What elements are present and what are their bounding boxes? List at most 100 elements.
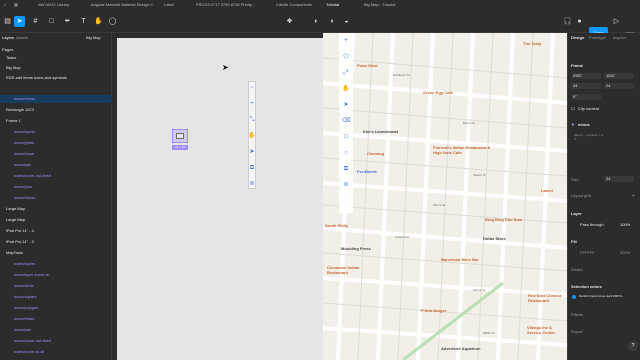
- layer-item[interactable]: icons/polygon: [0, 304, 112, 312]
- figma-icon[interactable]: ▦: [14, 2, 18, 9]
- pointer-icon[interactable]: ➤: [342, 101, 350, 109]
- poi-moulding-press[interactable]: Moulding Press: [341, 246, 371, 251]
- layer-item[interactable]: icons/zoom-to-all: [0, 348, 112, 356]
- layer-item[interactable]: icons/layers: [0, 128, 112, 136]
- globe-icon[interactable]: ⧉: [342, 165, 350, 173]
- layer-item[interactable]: icons/circle: [0, 282, 112, 290]
- tab-angular[interactable]: Angular Material Material Design C...: [91, 2, 153, 9]
- x-field[interactable]: 2957: [571, 73, 601, 79]
- poi-vikings[interactable]: Vikings Inc & Service Center: [527, 325, 567, 335]
- tab-layers[interactable]: Layers: [2, 35, 14, 40]
- poi-fer-morris[interactable]: Fer-Morris: [357, 169, 377, 174]
- component-name[interactable]: minus: [578, 122, 590, 127]
- poi-the-tasty[interactable]: The Tasty: [523, 41, 541, 46]
- shape-tool-icon[interactable]: □: [46, 16, 57, 27]
- circle-icon[interactable]: ○: [342, 149, 350, 157]
- layer-item[interactable]: icons/layer-zoom-to: [0, 271, 112, 279]
- layer-item[interactable]: iPad Pro 11" - 4: [0, 227, 112, 235]
- layer-item[interactable]: icons/minus: [0, 194, 112, 202]
- erase-icon[interactable]: ⌫: [342, 117, 350, 125]
- tab-big-map[interactable]: Big Map - Tutorial: [364, 2, 404, 9]
- text-tool-icon[interactable]: T: [78, 16, 89, 27]
- layer-mode[interactable]: Pass through: [580, 222, 604, 227]
- page-item[interactable]: Tasks: [0, 54, 112, 62]
- poi-punk-burger[interactable]: P'Unk Burger: [421, 308, 446, 313]
- pen-tool-icon[interactable]: ✒: [62, 16, 73, 27]
- pan-icon[interactable]: ✋: [342, 85, 350, 93]
- layer-item[interactable]: icons/erase: [0, 315, 112, 323]
- poi-green-egg[interactable]: Green Egg Cafe: [423, 90, 453, 95]
- layers-icon[interactable]: −: [248, 84, 256, 92]
- layer-item[interactable]: iPad Pro 11" - 3: [0, 238, 112, 246]
- layer-item[interactable]: icons/zoom-out-fixed: [0, 172, 112, 180]
- contrast-icon[interactable]: ◒: [341, 16, 352, 27]
- tab-inspect[interactable]: Inspect: [613, 35, 626, 40]
- poi-kims[interactable]: Kim's Laundromat: [363, 129, 398, 134]
- move-tool-icon[interactable]: ➤: [14, 16, 25, 27]
- y-field[interactable]: 1047: [604, 73, 634, 79]
- poi-bing-bing[interactable]: Bing Bing Dim Sum: [485, 217, 522, 222]
- headphones-icon[interactable]: 🎧: [562, 16, 573, 27]
- layer-item[interactable]: icons/zoom-out-fixed: [0, 337, 112, 345]
- selection-color-swatch[interactable]: [572, 295, 576, 299]
- poi-south-philly[interactable]: South Philly: [325, 223, 348, 228]
- layer-item[interactable]: MapTools: [0, 249, 112, 257]
- layer-item[interactable]: icons/square: [0, 293, 112, 301]
- square-icon[interactable]: □: [342, 133, 350, 141]
- w-field[interactable]: 24: [571, 83, 601, 89]
- tab-calcite[interactable]: Calcite Components: [276, 2, 316, 9]
- fill-icon[interactable]: ◑: [326, 16, 337, 27]
- polygon-icon[interactable]: ⬠: [342, 53, 350, 61]
- poi-francolis[interactable]: Francoli's Italian Restaurant & High Not…: [433, 145, 493, 155]
- poi-cinnamon[interactable]: Cinnamon Indian Restaurant: [327, 265, 367, 275]
- cross-icon[interactable]: ➤: [248, 148, 256, 156]
- stack-icon[interactable]: ≋: [248, 180, 256, 188]
- page-item[interactable]: EDR add items icons and symbols: [0, 74, 112, 82]
- poi-dollar-store[interactable]: Dollar Store: [483, 236, 506, 241]
- poi-red-east[interactable]: Red East Chinese Restaurant: [528, 293, 567, 303]
- clip-checkbox-icon[interactable]: ☐: [571, 106, 575, 111]
- layer-item[interactable]: icons/plus: [0, 183, 112, 191]
- poi-adventure[interactable]: Adventure Aquarium: [441, 346, 480, 351]
- help-button[interactable]: ?: [628, 341, 638, 351]
- poi-cinemug[interactable]: Cinemug: [367, 151, 384, 156]
- layer-opacity[interactable]: 100%: [620, 222, 630, 227]
- poi-barcelona[interactable]: Barcelona Wine Bar: [441, 257, 479, 262]
- layer-item[interactable]: icons/cross: [0, 150, 112, 158]
- hand-tool-icon[interactable]: ✋: [93, 16, 104, 27]
- layer-item[interactable]: icons/pan: [0, 326, 112, 334]
- poi-pizza-west[interactable]: Pizza West: [357, 63, 378, 68]
- poi-laurel[interactable]: Laurel: [541, 188, 553, 193]
- zoom-to-all-icon[interactable]: ⤢: [342, 69, 350, 77]
- h-field[interactable]: 24: [604, 83, 634, 89]
- mask-icon[interactable]: ◐: [311, 16, 322, 27]
- layer-item[interactable]: icons/globe: [0, 139, 112, 147]
- layer-item[interactable]: icons/layers: [0, 260, 112, 268]
- comment-tool-icon[interactable]: ◯: [107, 16, 118, 27]
- plus-icon[interactable]: +: [248, 100, 256, 108]
- layer-item[interactable]: icons/minus: [0, 95, 112, 103]
- layer-item[interactable]: Large Map: [0, 205, 112, 213]
- add-layout-grid-icon[interactable]: +: [632, 193, 634, 198]
- tab-tutorial[interactable]: Tutorial: [326, 2, 346, 9]
- page-item[interactable]: Big Map: [0, 64, 112, 72]
- play-icon[interactable]: ▷: [611, 16, 622, 27]
- layer-item[interactable]: Large Map: [0, 216, 112, 224]
- tab-library[interactable]: AW Ul/UX Library: [38, 2, 88, 9]
- globe-icon[interactable]: ⧉: [248, 164, 256, 172]
- pan-icon[interactable]: ✋: [248, 132, 256, 140]
- tab-assets[interactable]: Assets: [16, 35, 28, 40]
- tab-label[interactable]: Label: [164, 2, 194, 9]
- menu-icon[interactable]: ▤: [2, 16, 13, 27]
- zoom-out-fixed-icon[interactable]: ⤡: [248, 116, 256, 124]
- layer-item[interactable]: Rectangle 1873: [0, 106, 112, 114]
- canvas[interactable]: − + ⤡ ✋ ➤ ⧉ ≋ 24 × 24 ➤: [112, 33, 323, 360]
- fill-hex[interactable]: FFFFFF: [580, 250, 595, 255]
- plus-icon[interactable]: +: [342, 37, 350, 45]
- rotation-field[interactable]: 0°: [571, 94, 601, 100]
- fill-opacity[interactable]: 100%: [620, 250, 630, 255]
- layer-item[interactable]: Frame 1: [0, 117, 112, 125]
- map[interactable]: + ⬠ ⤢ ✋ ➤ ⌫ □ ○ ⧉ ≋ The Tasty Pizza West…: [323, 33, 567, 360]
- avatar[interactable]: ●: [574, 16, 585, 27]
- size-field[interactable]: 24: [604, 176, 634, 182]
